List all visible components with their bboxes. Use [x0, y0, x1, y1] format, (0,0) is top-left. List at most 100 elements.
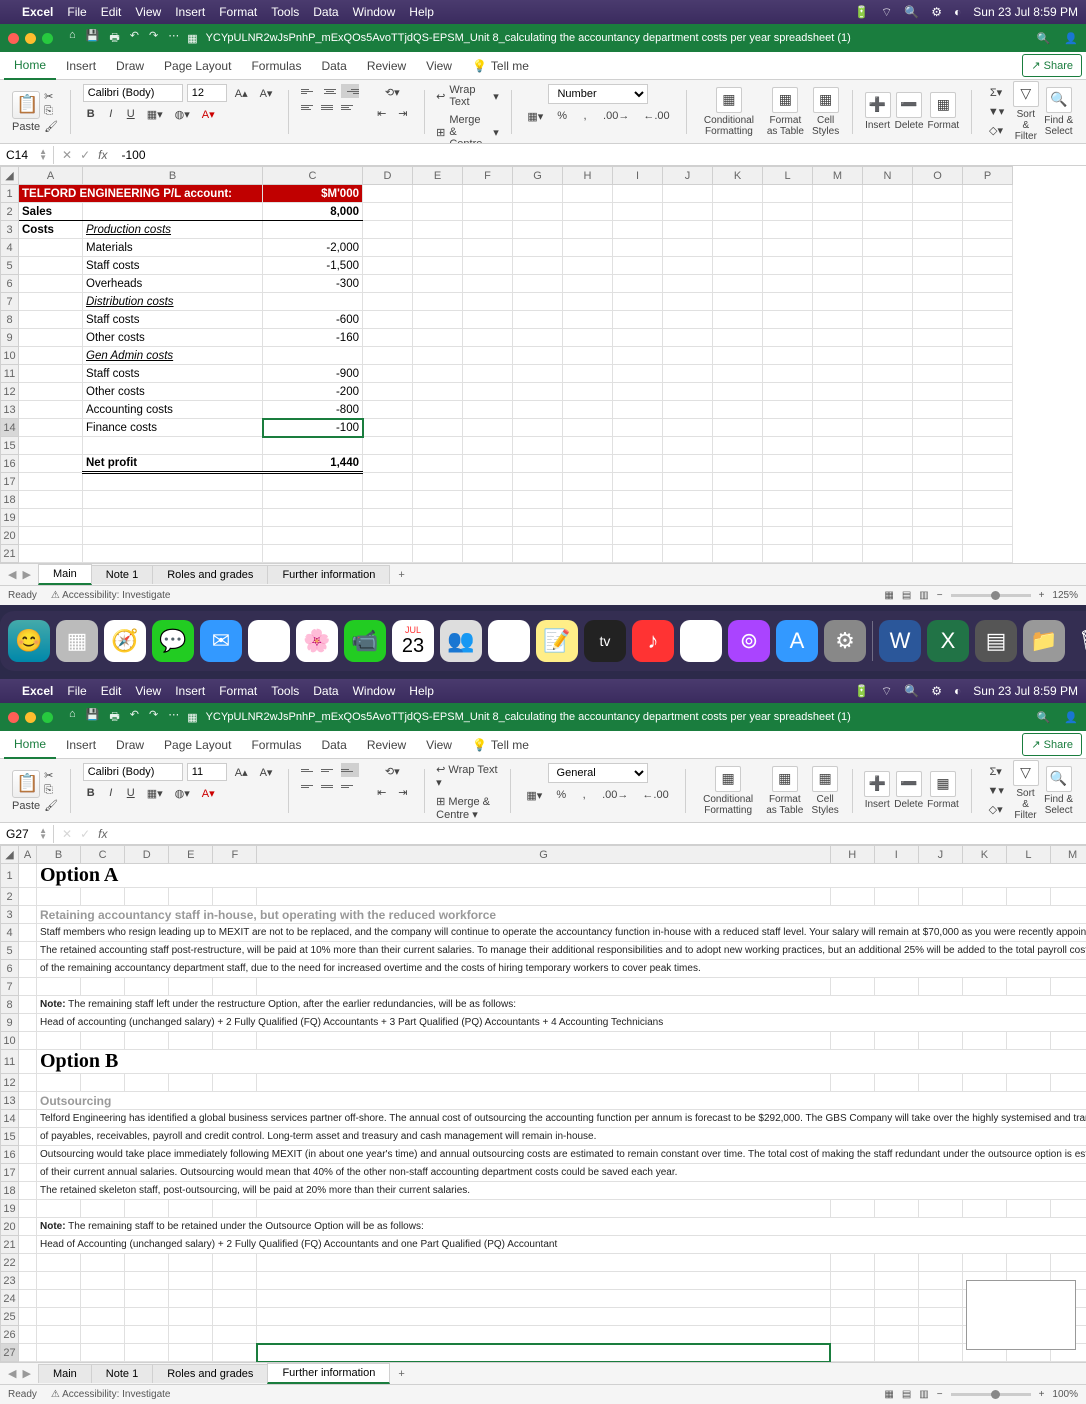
cell[interactable]: 8,000: [263, 203, 363, 221]
menu-view[interactable]: View: [135, 5, 161, 19]
font-color-button[interactable]: A▾: [198, 785, 219, 802]
cell[interactable]: The retained accounting staff post-restr…: [37, 942, 1086, 960]
select-all-corner[interactable]: ◢: [1, 167, 19, 185]
minimize-window-button[interactable]: [25, 33, 36, 44]
formula-input[interactable]: [115, 832, 1086, 836]
format-as-table-button[interactable]: ▦Format as Table: [763, 766, 807, 816]
increase-decimal-button[interactable]: .00→: [598, 787, 632, 804]
cell[interactable]: -200: [263, 383, 363, 401]
font-size-select[interactable]: [187, 763, 227, 781]
font-family-select[interactable]: [83, 763, 183, 781]
comma-button[interactable]: ,: [577, 108, 593, 125]
merge-centre-button[interactable]: ⊞Merge & Centre ▾: [436, 114, 499, 144]
fx-button[interactable]: fx: [98, 827, 107, 841]
decrease-indent-button[interactable]: ⇤: [373, 105, 390, 122]
zoom-level[interactable]: 100%: [1052, 1389, 1078, 1400]
row-header[interactable]: 3: [1, 221, 19, 239]
tab-prev-button[interactable]: ◀: [8, 568, 16, 581]
cell[interactable]: $M'000: [263, 185, 363, 203]
italic-button[interactable]: I: [103, 106, 119, 123]
menu-file[interactable]: File: [67, 684, 86, 698]
cell[interactable]: Note: The remaining staff left under the…: [37, 996, 1086, 1014]
cell[interactable]: -1,500: [263, 257, 363, 275]
cell[interactable]: Head of accounting (unchanged salary) + …: [37, 1014, 1086, 1032]
col-header-I[interactable]: I: [874, 846, 918, 864]
row-header[interactable]: 7: [1, 293, 19, 311]
menu-data[interactable]: Data: [313, 5, 338, 19]
zoom-slider[interactable]: [951, 1393, 1031, 1396]
clear-button[interactable]: ◇▾: [983, 801, 1007, 818]
col-header-O[interactable]: O: [913, 167, 963, 185]
cut-button[interactable]: ✂: [44, 769, 58, 782]
dock-maps[interactable]: 🗺: [248, 620, 290, 662]
font-family-select[interactable]: [83, 84, 183, 102]
col-header-I[interactable]: I: [613, 167, 663, 185]
more-icon[interactable]: ⋯: [168, 29, 179, 48]
cell[interactable]: Outsourcing would take place immediately…: [37, 1146, 1086, 1164]
add-sheet-button[interactable]: +: [390, 566, 412, 584]
increase-font-button[interactable]: A▴: [231, 764, 252, 781]
name-box[interactable]: G27▲▼: [0, 825, 54, 843]
conditional-formatting-button[interactable]: ▦Conditional Formatting: [697, 766, 759, 816]
col-header-E[interactable]: E: [169, 846, 213, 864]
tab-review[interactable]: Review: [357, 732, 416, 758]
border-button[interactable]: ▦▾: [143, 106, 167, 123]
fill-button[interactable]: ▼▾: [983, 782, 1007, 799]
sheet-tab-note1[interactable]: Note 1: [91, 565, 153, 584]
cell[interactable]: Overheads: [83, 275, 263, 293]
copy-button[interactable]: ⎘: [44, 105, 58, 118]
cell[interactable]: Gen Admin costs: [83, 347, 263, 365]
dock-folder[interactable]: 📁: [1023, 620, 1065, 662]
row-header[interactable]: 5: [1, 257, 19, 275]
menu-help[interactable]: Help: [409, 5, 434, 19]
increase-font-button[interactable]: A▴: [231, 85, 252, 102]
menu-window[interactable]: Window: [353, 684, 396, 698]
search-icon[interactable]: 🔍: [1037, 32, 1051, 45]
share-button[interactable]: ↗ Share: [1022, 54, 1082, 77]
cell[interactable]: Distribution costs: [83, 293, 263, 311]
merge-centre-button[interactable]: ⊞ Merge & Centre ▾: [436, 795, 498, 821]
tab-formulas[interactable]: Formulas: [241, 53, 311, 79]
dock-safari[interactable]: 🧭: [104, 620, 146, 662]
menu-file[interactable]: File: [67, 5, 86, 19]
cell[interactable]: The retained skeleton staff, post-outsou…: [37, 1182, 1086, 1200]
col-header-P[interactable]: P: [963, 167, 1013, 185]
row-header[interactable]: 20: [1, 527, 19, 545]
cell[interactable]: Outsourcing: [37, 1092, 1086, 1110]
col-header-G[interactable]: G: [513, 167, 563, 185]
cell-styles-button[interactable]: ▦Cell Styles: [811, 87, 840, 137]
tab-next-button[interactable]: ▶: [22, 1367, 30, 1380]
worksheet-grid-2[interactable]: ◢ A B C D E F G H I J K L M N O 1Option …: [0, 845, 1086, 1362]
zoom-out-button[interactable]: −: [937, 1389, 943, 1400]
cut-button[interactable]: ✂: [44, 90, 58, 103]
cell[interactable]: Staff costs: [83, 365, 263, 383]
menu-view[interactable]: View: [135, 684, 161, 698]
bold-button[interactable]: B: [83, 785, 99, 802]
dock-appstore[interactable]: A: [776, 620, 818, 662]
cell[interactable]: Retaining accountancy staff in-house, bu…: [37, 906, 1086, 924]
col-header-A[interactable]: A: [19, 846, 37, 864]
redo-icon[interactable]: ↷: [149, 708, 158, 727]
paste-button[interactable]: Paste: [12, 91, 40, 133]
formula-input[interactable]: -100: [115, 146, 1086, 164]
percent-button[interactable]: %: [552, 787, 570, 804]
control-center-icon[interactable]: ⚙: [931, 684, 942, 698]
cell[interactable]: Sales: [19, 203, 83, 221]
cell[interactable]: -300: [263, 275, 363, 293]
cell[interactable]: Production costs: [83, 221, 263, 239]
dock-notes[interactable]: 📝: [536, 620, 578, 662]
col-header-M[interactable]: M: [813, 167, 863, 185]
menu-insert[interactable]: Insert: [175, 684, 205, 698]
tab-tellme[interactable]: 💡Tell me: [462, 53, 539, 79]
sheet-tab-roles[interactable]: Roles and grades: [152, 1364, 268, 1383]
underline-button[interactable]: U: [123, 785, 139, 802]
control-center-icon[interactable]: ⚙: [931, 5, 942, 19]
view-normal-button[interactable]: ▦: [884, 590, 893, 601]
tab-page-layout[interactable]: Page Layout: [154, 53, 241, 79]
cell[interactable]: Option B: [37, 1050, 1086, 1074]
zoom-level[interactable]: 125%: [1052, 590, 1078, 601]
cell[interactable]: Accounting costs: [83, 401, 263, 419]
row-header[interactable]: 15: [1, 437, 19, 455]
autosum-button[interactable]: Σ▾: [984, 84, 1008, 101]
window-preview-thumbnail[interactable]: [966, 1280, 1076, 1350]
